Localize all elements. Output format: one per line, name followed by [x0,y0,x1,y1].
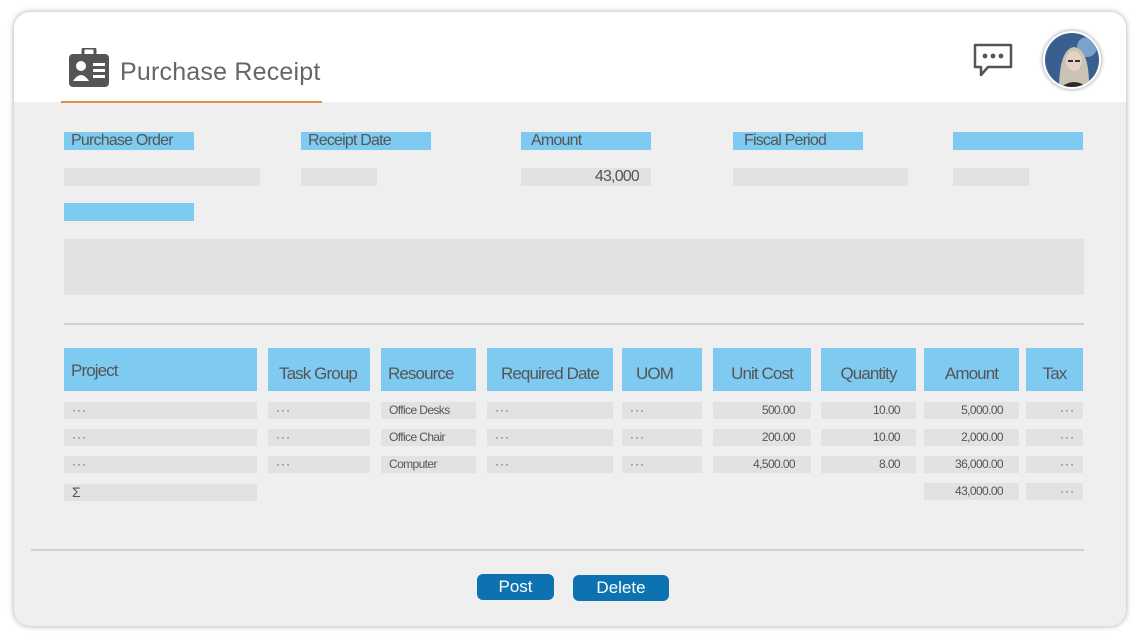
table-cell-amount: 2,000.00 [924,429,1019,446]
delete-button[interactable]: Delete [573,575,669,601]
table-cell-quantity[interactable]: 8.00 [821,456,916,473]
column-header-quantity: Quantity [821,348,916,391]
column-header-required-date: Required Date [487,348,613,391]
total-amount: 43,000.00 [924,483,1019,500]
notes-textarea[interactable] [64,239,1084,295]
purchase-order-field[interactable] [64,168,260,186]
table-cell-uom[interactable]: ··· [622,429,702,446]
table-cell-task-group[interactable]: ··· [268,456,370,473]
column-header-resource: Resource [381,348,476,391]
header: Purchase Receipt [14,12,1126,103]
table-cell-tax[interactable]: ··· [1026,429,1083,446]
table-cell-unit-cost[interactable]: 4,500.00 [713,456,811,473]
table-cell-task-group[interactable]: ··· [268,402,370,419]
column-header-tax: Tax [1026,348,1083,391]
title-tab: Purchase Receipt [61,46,322,103]
field-5-input[interactable] [953,168,1029,186]
table-cell-unit-cost[interactable]: 500.00 [713,402,811,419]
user-avatar-icon [1045,33,1099,87]
column-header-uom: UOM [622,348,702,391]
label-amount: Amount [521,132,651,150]
section-divider [64,323,1084,325]
table-cell-project[interactable]: ··· [64,456,257,473]
table-cell-required-date[interactable]: ··· [487,429,613,446]
table-cell-unit-cost[interactable]: 200.00 [713,429,811,446]
table-cell-required-date[interactable]: ··· [487,456,613,473]
table-cell-task-group[interactable]: ··· [268,429,370,446]
table-cell-uom[interactable]: ··· [622,402,702,419]
table-cell-tax[interactable]: ··· [1026,402,1083,419]
label-notes [64,203,194,221]
table-cell-quantity[interactable]: 10.00 [821,429,916,446]
total-sigma-label: Σ [64,484,257,501]
id-card-icon [69,48,109,87]
page-title: Purchase Receipt [120,58,321,86]
label-receipt-date: Receipt Date [301,132,431,150]
avatar[interactable] [1043,31,1101,89]
table-cell-project[interactable]: ··· [64,429,257,446]
label-field-5 [953,132,1083,150]
table-cell-quantity[interactable]: 10.00 [821,402,916,419]
table-cell-required-date[interactable]: ··· [487,402,613,419]
fiscal-period-field[interactable] [733,168,908,186]
amount-field[interactable] [521,168,651,186]
total-tax: ··· [1026,483,1083,500]
table-cell-resource[interactable]: Computer [381,456,476,473]
label-fiscal-period: Fiscal Period [733,132,863,150]
table-cell-resource[interactable]: Office Desks [381,402,476,419]
column-header-project: Project [64,348,257,391]
table-cell-project[interactable]: ··· [64,402,257,419]
post-button[interactable]: Post [477,574,554,600]
column-header-amount: Amount [924,348,1019,391]
column-header-task-group: Task Group [268,348,370,391]
table-cell-amount: 36,000.00 [924,456,1019,473]
table-cell-amount: 5,000.00 [924,402,1019,419]
table-cell-resource[interactable]: Office Chair [381,429,476,446]
table-cell-tax[interactable]: ··· [1026,456,1083,473]
label-purchase-order: Purchase Order [64,132,194,150]
footer-divider [31,549,1084,551]
chat-bubble-icon[interactable] [972,42,1014,80]
column-header-unit-cost: Unit Cost [713,348,811,391]
table-cell-uom[interactable]: ··· [622,456,702,473]
receipt-date-field[interactable] [301,168,377,186]
purchase-receipt-card: Purchase Receipt Purchase Order Receipt … [14,12,1126,626]
